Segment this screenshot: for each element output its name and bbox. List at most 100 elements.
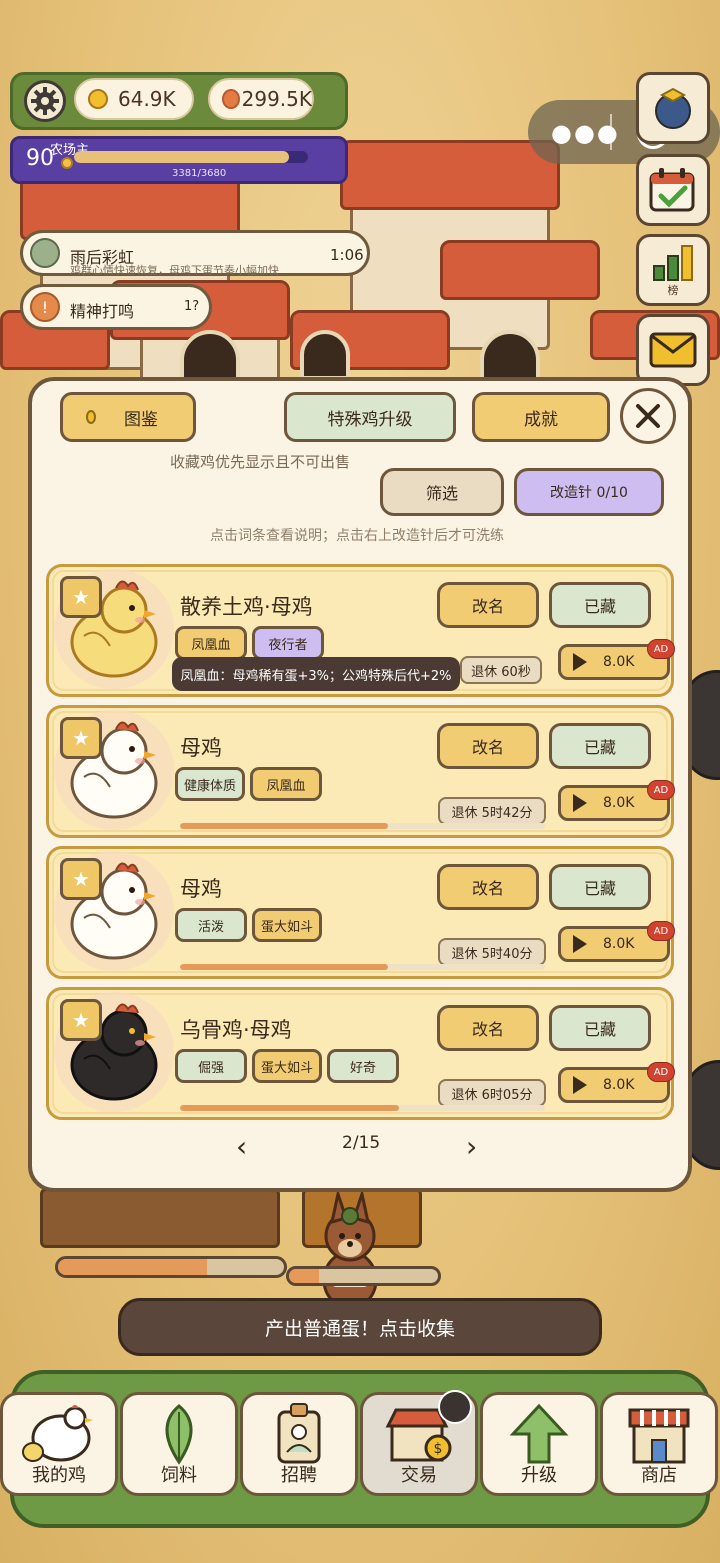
stored-button[interactable]: 已藏	[549, 723, 651, 769]
stored-button[interactable]: 已藏	[549, 582, 651, 628]
nav-label: 交易	[401, 1465, 437, 1486]
trait-tag[interactable]: 蛋大如斗	[252, 1049, 322, 1083]
rename-button[interactable]: 改名	[437, 1005, 539, 1051]
retire-timer: 退休 60秒	[460, 656, 542, 684]
badge-icon	[277, 1403, 321, 1464]
side-button-checkin[interactable]	[636, 154, 710, 226]
tab-label: 特殊鸡升级	[327, 409, 413, 430]
side-button-leaderboard[interactable]: 榜	[636, 234, 710, 306]
status-title: 精神打鸣	[70, 302, 135, 321]
coin-icon	[88, 89, 108, 109]
lifespan-progress	[180, 1105, 545, 1111]
next-page-button[interactable]: ›	[466, 1130, 477, 1163]
alert-icon: !	[30, 292, 60, 322]
favorite-star-icon[interactable]: ★	[60, 858, 102, 900]
nav-store[interactable]: 商店	[600, 1392, 718, 1496]
dog-mascot	[322, 1192, 378, 1310]
play-icon	[573, 935, 587, 953]
retire-timer: 退休 5时42分	[438, 797, 546, 825]
status-timer: 1:06	[330, 246, 364, 264]
xp-progress-fill	[74, 151, 290, 163]
side-button-globe[interactable]	[636, 72, 710, 144]
chicken-name: 散养土鸡·母鸡	[180, 595, 313, 619]
leaf-icon	[165, 1404, 193, 1465]
trait-tag[interactable]: 倔强	[175, 1049, 247, 1083]
mail-icon	[649, 332, 697, 368]
coin-counter[interactable]: 64.9K	[74, 78, 194, 120]
nav-label: 饲料	[161, 1465, 197, 1486]
rename-button[interactable]: 改名	[437, 864, 539, 910]
sell-value: 8.0K	[603, 654, 635, 670]
retire-timer: 退休 6时05分	[438, 1079, 546, 1107]
egg-icon	[86, 410, 96, 424]
play-icon	[573, 1076, 587, 1094]
gear-icon	[31, 87, 59, 115]
ad-badge: AD	[647, 780, 675, 800]
ad-badge: AD	[647, 1062, 675, 1082]
play-icon	[573, 794, 587, 812]
trait-hint: 点击词条查看说明；点击右上改造针后才可洗练	[210, 528, 504, 544]
tab-encyclopedia[interactable]: 图鉴	[60, 392, 196, 442]
status-description: 鸡群心情快速恢复，母鸡下蛋节奏小幅加快	[70, 264, 279, 277]
sell-value: 8.0K	[603, 795, 635, 811]
copper-counter[interactable]: 299.5K	[208, 78, 314, 120]
stored-button[interactable]: 已藏	[549, 1005, 651, 1051]
trait-tag[interactable]: 凤凰血	[175, 626, 247, 660]
cloud-icon	[30, 238, 60, 268]
close-icon	[636, 404, 660, 428]
modifier-needle-button[interactable]: 改造针 0/10	[514, 468, 664, 516]
collection-hint: 收藏鸡优先显示且不可出售	[170, 453, 351, 471]
chicken-name: 母鸡	[180, 736, 222, 760]
trait-tag[interactable]: 蛋大如斗	[252, 908, 322, 942]
side-button-mail[interactable]	[636, 314, 710, 386]
settings-button[interactable]	[24, 80, 66, 122]
globe-icon	[655, 87, 691, 129]
favorite-star-icon[interactable]: ★	[60, 999, 102, 1041]
filter-button[interactable]: 筛选	[380, 468, 504, 516]
tab-label: 成就	[524, 409, 558, 430]
store-icon	[628, 1408, 690, 1464]
lifespan-progress-fill	[180, 964, 389, 970]
rename-button[interactable]: 改名	[437, 723, 539, 769]
coin-amount: 64.9K	[118, 87, 176, 111]
copper-amount: 299.5K	[241, 87, 312, 111]
prev-page-button[interactable]: ‹	[236, 1130, 247, 1163]
nav-label: 商店	[641, 1465, 677, 1486]
lock-icon	[438, 1390, 472, 1424]
rename-button[interactable]: 改名	[437, 582, 539, 628]
tab-special-upgrade[interactable]: 特殊鸡升级	[284, 392, 456, 442]
stored-button[interactable]: 已藏	[549, 864, 651, 910]
nav-feed[interactable]: 饲料	[120, 1392, 238, 1496]
collect-eggs-button[interactable]: 产出普通蛋！点击收集	[118, 1298, 602, 1356]
calendar-check-icon	[649, 168, 695, 212]
trait-tag[interactable]: 凤凰血	[250, 767, 322, 801]
sell-value: 8.0K	[603, 936, 635, 952]
xp-progress	[74, 151, 308, 163]
trait-tag[interactable]: 好奇	[327, 1049, 399, 1083]
chicken-icon	[22, 1405, 93, 1462]
capsule-divider	[610, 114, 612, 150]
close-panel-button[interactable]	[620, 388, 676, 444]
ad-badge: AD	[647, 639, 675, 659]
favorite-star-icon[interactable]: ★	[60, 576, 102, 618]
retire-timer: 退休 5时40分	[438, 938, 546, 966]
play-icon	[573, 653, 587, 671]
nav-recruit[interactable]: 招聘	[240, 1392, 358, 1496]
chicken-name: 母鸡	[180, 877, 222, 901]
nav-my-chickens[interactable]: 我的鸡	[0, 1392, 118, 1496]
nav-upgrade[interactable]: 升级	[480, 1392, 598, 1496]
lifespan-progress	[180, 823, 545, 829]
xp-text: 3381/3680	[172, 168, 227, 179]
trait-tag[interactable]: 夜行者	[252, 626, 324, 660]
trait-tag[interactable]: 活泼	[175, 908, 247, 942]
tab-achievements[interactable]: 成就	[472, 392, 610, 442]
production-progress	[55, 1256, 287, 1278]
production-progress-fill	[58, 1259, 208, 1275]
up-arrow-icon	[509, 1403, 569, 1464]
favorite-star-icon[interactable]: ★	[60, 717, 102, 759]
tab-label: 图鉴	[124, 409, 158, 430]
copper-coin-icon	[222, 89, 240, 109]
page-indicator: 2/15	[342, 1133, 381, 1153]
nav-label: 招聘	[281, 1465, 317, 1486]
trait-tag[interactable]: 健康体质	[175, 767, 245, 801]
